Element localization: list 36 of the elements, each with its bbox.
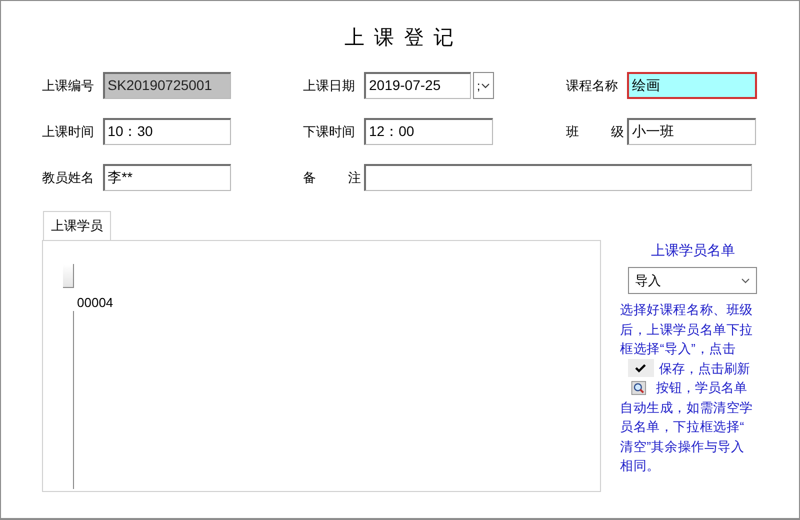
- text-field[interactable]: 12：00: [364, 118, 493, 145]
- instruction-text: 选择好课程名称、班级: [620, 301, 753, 319]
- grid-header: [63, 264, 74, 288]
- text-field[interactable]: 李**: [102, 164, 231, 191]
- instruction-text: 员名单，下拉框选择“: [620, 418, 744, 436]
- date-field[interactable]: 2019-07-25: [364, 72, 471, 99]
- text-field[interactable]: 小一班: [627, 118, 756, 145]
- text-field[interactable]: 10：30: [102, 118, 231, 145]
- field-label: 上课编号: [42, 76, 95, 95]
- form-title: 上 课 登 记: [344, 27, 456, 49]
- check-icon: [628, 359, 654, 378]
- instruction-text: 保存，点击刷新: [659, 360, 750, 378]
- instruction-text: 框选择“导入”，点击: [620, 340, 736, 358]
- field-label: 课程名称: [566, 76, 619, 95]
- text-field[interactable]: 绘画: [627, 72, 757, 99]
- text-field[interactable]: [364, 164, 752, 191]
- grid-cell-text: 00004: [77, 294, 114, 312]
- instruction-text: 后，上课学员名单下拉: [620, 320, 753, 338]
- field-label: 备 注: [303, 168, 361, 187]
- list-select[interactable]: 导入: [628, 267, 757, 294]
- tab[interactable]: 上课学员: [43, 211, 111, 240]
- instruction-text: 清空”其余操作与导入: [620, 438, 744, 456]
- date-dropdown-button[interactable]: ;: [473, 72, 494, 99]
- field-label: 上课时间: [42, 122, 95, 141]
- instruction-text: 按钮，学员名单: [656, 379, 747, 397]
- caret-icon: [481, 82, 490, 88]
- instruction-text: 相同。: [620, 457, 660, 475]
- instruction-text: 自动生成，如需清空学: [620, 398, 753, 416]
- list-title: 上课学员名单: [650, 241, 736, 260]
- text-field[interactable]: SK20190725001: [102, 72, 231, 99]
- field-label: 上课日期: [303, 76, 356, 95]
- caret-icon: [741, 278, 750, 284]
- field-label: 教员姓名: [42, 168, 95, 187]
- field-label: 下课时间: [303, 122, 356, 141]
- field-label: 班 级: [566, 122, 624, 141]
- select-value: 导入: [635, 272, 661, 290]
